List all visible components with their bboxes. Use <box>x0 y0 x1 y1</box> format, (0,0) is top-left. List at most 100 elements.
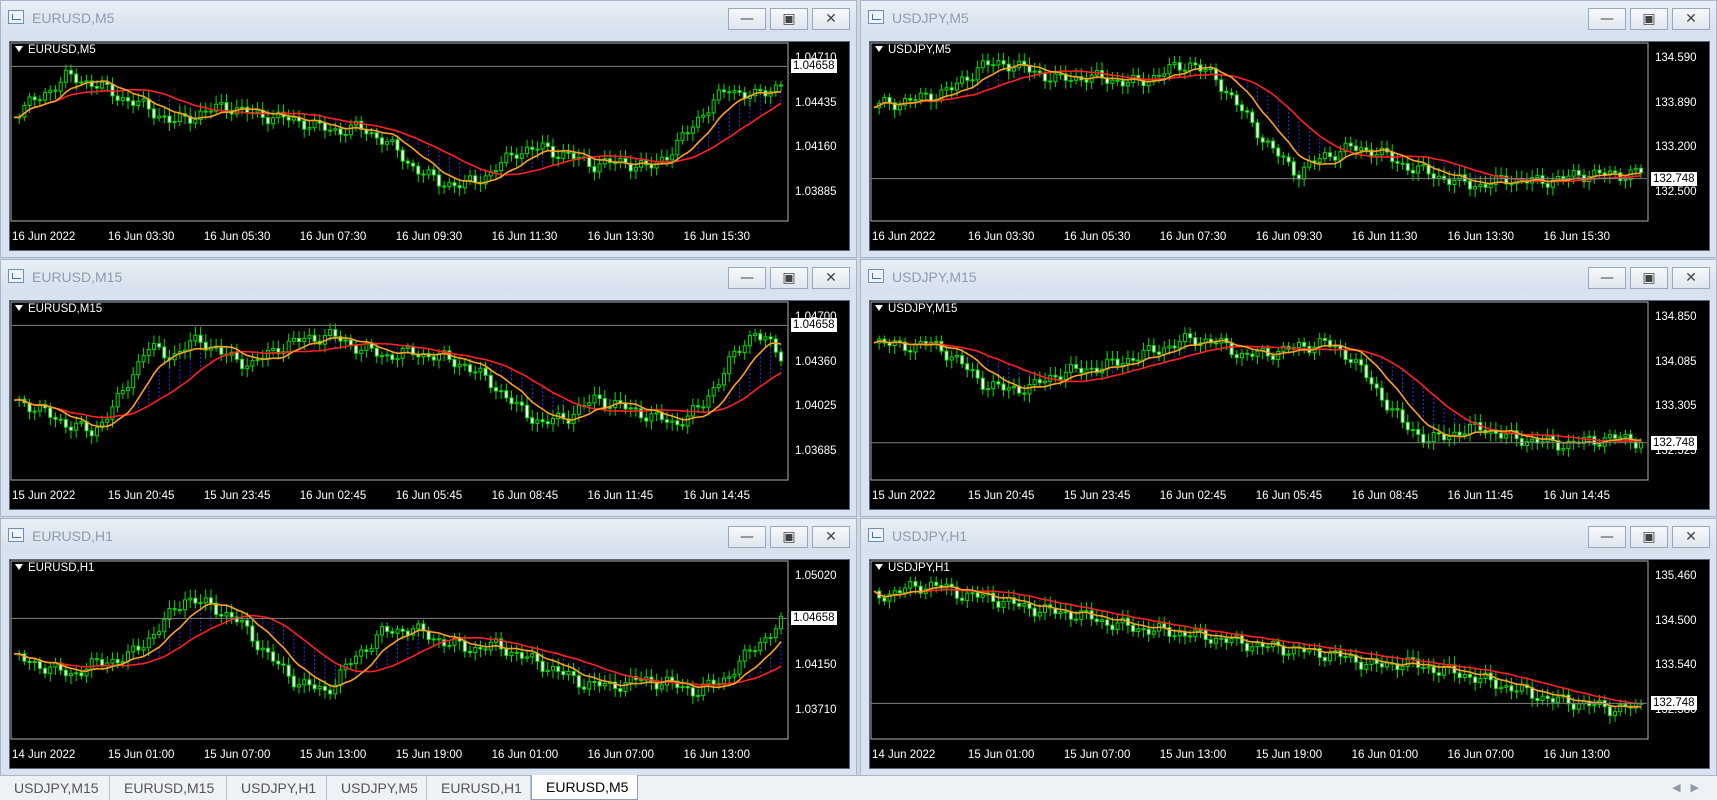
time-axis-tick: 16 Jun 2022 <box>12 231 76 243</box>
tab-scroll-arrows[interactable]: ◀▶ <box>1672 781 1709 794</box>
candle-body <box>1613 434 1618 439</box>
minimize-button[interactable]: — <box>728 526 766 548</box>
tab-eurusd-m5[interactable]: EURUSD,M5 <box>531 775 638 800</box>
scroll-left-icon[interactable]: ◀ <box>1672 782 1690 794</box>
candle-body <box>1545 183 1550 188</box>
candle-body <box>1172 345 1177 349</box>
candle-body <box>628 407 633 410</box>
candle-body <box>934 340 939 343</box>
candle-body <box>1048 80 1053 83</box>
candle-body <box>219 346 224 355</box>
window-titlebar[interactable]: USDJPY,M15 — ▣ ✕ <box>861 260 1716 292</box>
close-button[interactable]: ✕ <box>1672 8 1710 30</box>
chart-window-usdjpy-m5[interactable]: USDJPY,M5 — ▣ ✕ USDJPY,M5 134.590 133.890 1… <box>860 0 1717 258</box>
candle-body <box>110 658 115 664</box>
chart-window-usdjpy-m15[interactable]: USDJPY,M15 — ▣ ✕ USDJPY,M15 134.850 134.08… <box>860 259 1717 517</box>
dropdown-triangle-icon[interactable] <box>875 305 883 311</box>
candle-body <box>328 329 333 336</box>
chart-window-eurusd-m15[interactable]: EURUSD,M15 — ▣ ✕ EURUSD,M15 1.04700 1.0436… <box>0 259 857 517</box>
candlestick-plot[interactable] <box>10 560 851 770</box>
maximize-button[interactable]: ▣ <box>1630 526 1668 548</box>
candle-body <box>1172 635 1177 638</box>
minimize-button[interactable]: — <box>728 8 766 30</box>
candle-body <box>203 597 208 604</box>
time-axis-tick: 15 Jun 23:45 <box>1063 490 1131 502</box>
candlestick-plot[interactable] <box>10 42 851 252</box>
candle-body <box>1037 611 1042 617</box>
price-chart[interactable]: USDJPY,M5 134.590 133.890 133.200 132.500 16 … <box>869 41 1710 251</box>
candle-body <box>1359 359 1364 366</box>
price-chart[interactable]: USDJPY,M15 134.850 134.085 133.305 132.525 15… <box>869 300 1710 510</box>
minimize-button[interactable]: — <box>728 267 766 289</box>
chart-window-eurusd-h1[interactable]: EURUSD,H1 — ▣ ✕ EURUSD,H11.050201.045851… <box>0 518 857 776</box>
tab-usdjpy-m5[interactable]: USDJPY,M5 <box>327 776 427 800</box>
window-titlebar[interactable]: EURUSD,M5 — ▣ ✕ <box>1 1 856 33</box>
dropdown-triangle-icon[interactable] <box>15 46 23 52</box>
candle-body <box>1364 364 1369 379</box>
tab-eurusd-m15[interactable]: EURUSD,M15 <box>110 776 227 800</box>
candlestick-plot[interactable] <box>870 42 1711 252</box>
minimize-button[interactable]: — <box>1588 8 1626 30</box>
time-axis-tick: 16 Jun 03:30 <box>107 231 175 243</box>
minimize-button[interactable]: — <box>1588 526 1626 548</box>
chart-symbol-label[interactable]: USDJPY,M5 <box>875 44 951 56</box>
window-titlebar[interactable]: EURUSD,H1 — ▣ ✕ <box>1 519 856 551</box>
candle-body <box>58 81 63 92</box>
window-titlebar[interactable]: USDJPY,M5 — ▣ ✕ <box>861 1 1716 33</box>
candle-body <box>1462 433 1467 436</box>
candle-body <box>1032 607 1037 617</box>
tab-usdjpy-m15[interactable]: USDJPY,M15 <box>0 776 110 800</box>
chart-window-usdjpy-h1[interactable]: USDJPY,H1 — ▣ ✕ USDJPY,H1 135.460 134.500 1… <box>860 518 1717 776</box>
candle-body <box>1607 706 1612 716</box>
maximize-button[interactable]: ▣ <box>1630 267 1668 289</box>
close-button[interactable]: ✕ <box>812 8 850 30</box>
price-chart[interactable]: EURUSD,H11.050201.045851.041501.0371014 … <box>9 559 850 769</box>
candle-body <box>312 684 317 690</box>
candle-body <box>1084 79 1089 83</box>
chart-symbol-label[interactable]: USDJPY,M15 <box>875 303 957 315</box>
candle-body <box>27 96 32 106</box>
maximize-button[interactable]: ▣ <box>770 8 808 30</box>
tab-usdjpy-h1[interactable]: USDJPY,H1 <box>227 776 327 800</box>
tab-eurusd-h1[interactable]: EURUSD,H1 <box>427 776 531 800</box>
close-button[interactable]: ✕ <box>812 267 850 289</box>
close-button[interactable]: ✕ <box>1672 267 1710 289</box>
candle-body <box>949 87 954 91</box>
candle-body <box>1234 354 1239 359</box>
time-axis-tick: 15 Jun 19:00 <box>1255 749 1323 761</box>
price-chart[interactable]: EURUSD,M5 1.04710 1.04435 1.04160 1.03885 16 … <box>9 41 850 251</box>
price-chart[interactable]: USDJPY,H1135.460134.500133.540132.58014 … <box>869 559 1710 769</box>
candle-body <box>960 355 965 365</box>
dropdown-triangle-icon[interactable] <box>15 564 23 570</box>
candle-body <box>571 671 576 676</box>
candle-body <box>1478 183 1483 187</box>
close-button[interactable]: ✕ <box>1672 526 1710 548</box>
dropdown-triangle-icon[interactable] <box>875 46 883 52</box>
maximize-button[interactable]: ▣ <box>1630 8 1668 30</box>
chart-symbol-label[interactable]: USDJPY,H1 <box>875 562 950 574</box>
chart-symbol-label[interactable]: EURUSD,H1 <box>15 562 94 574</box>
chart-symbol-label[interactable]: EURUSD,M15 <box>15 303 102 315</box>
chart-symbol-label[interactable]: EURUSD,M5 <box>15 44 96 56</box>
candlestick-plot[interactable] <box>870 560 1711 770</box>
close-button[interactable]: ✕ <box>812 526 850 548</box>
candle-body <box>576 674 581 688</box>
candle-body <box>1390 408 1395 411</box>
window-titlebar[interactable]: USDJPY,H1 — ▣ ✕ <box>861 519 1716 551</box>
candle-body <box>131 100 136 106</box>
dropdown-triangle-icon[interactable] <box>875 564 883 570</box>
maximize-button[interactable]: ▣ <box>770 267 808 289</box>
maximize-button[interactable]: ▣ <box>770 526 808 548</box>
window-titlebar[interactable]: EURUSD,M15 — ▣ ✕ <box>1 260 856 292</box>
candle-body <box>400 628 405 632</box>
price-axis-tick: 1.04160 <box>795 141 837 154</box>
dropdown-triangle-icon[interactable] <box>15 305 23 311</box>
candle-body <box>1182 333 1187 342</box>
scroll-right-icon[interactable]: ▶ <box>1691 782 1709 794</box>
candlestick-plot[interactable] <box>10 301 851 511</box>
price-chart[interactable]: EURUSD,M15 1.04700 1.04360 1.04025 1.03685 15… <box>9 300 850 510</box>
minimize-button[interactable]: — <box>1588 267 1626 289</box>
candlestick-plot[interactable] <box>870 301 1711 511</box>
candle-body <box>1623 433 1628 438</box>
chart-window-eurusd-m5[interactable]: EURUSD,M5 — ▣ ✕ EURUSD,M5 1.04710 1.04435 1… <box>0 0 857 258</box>
